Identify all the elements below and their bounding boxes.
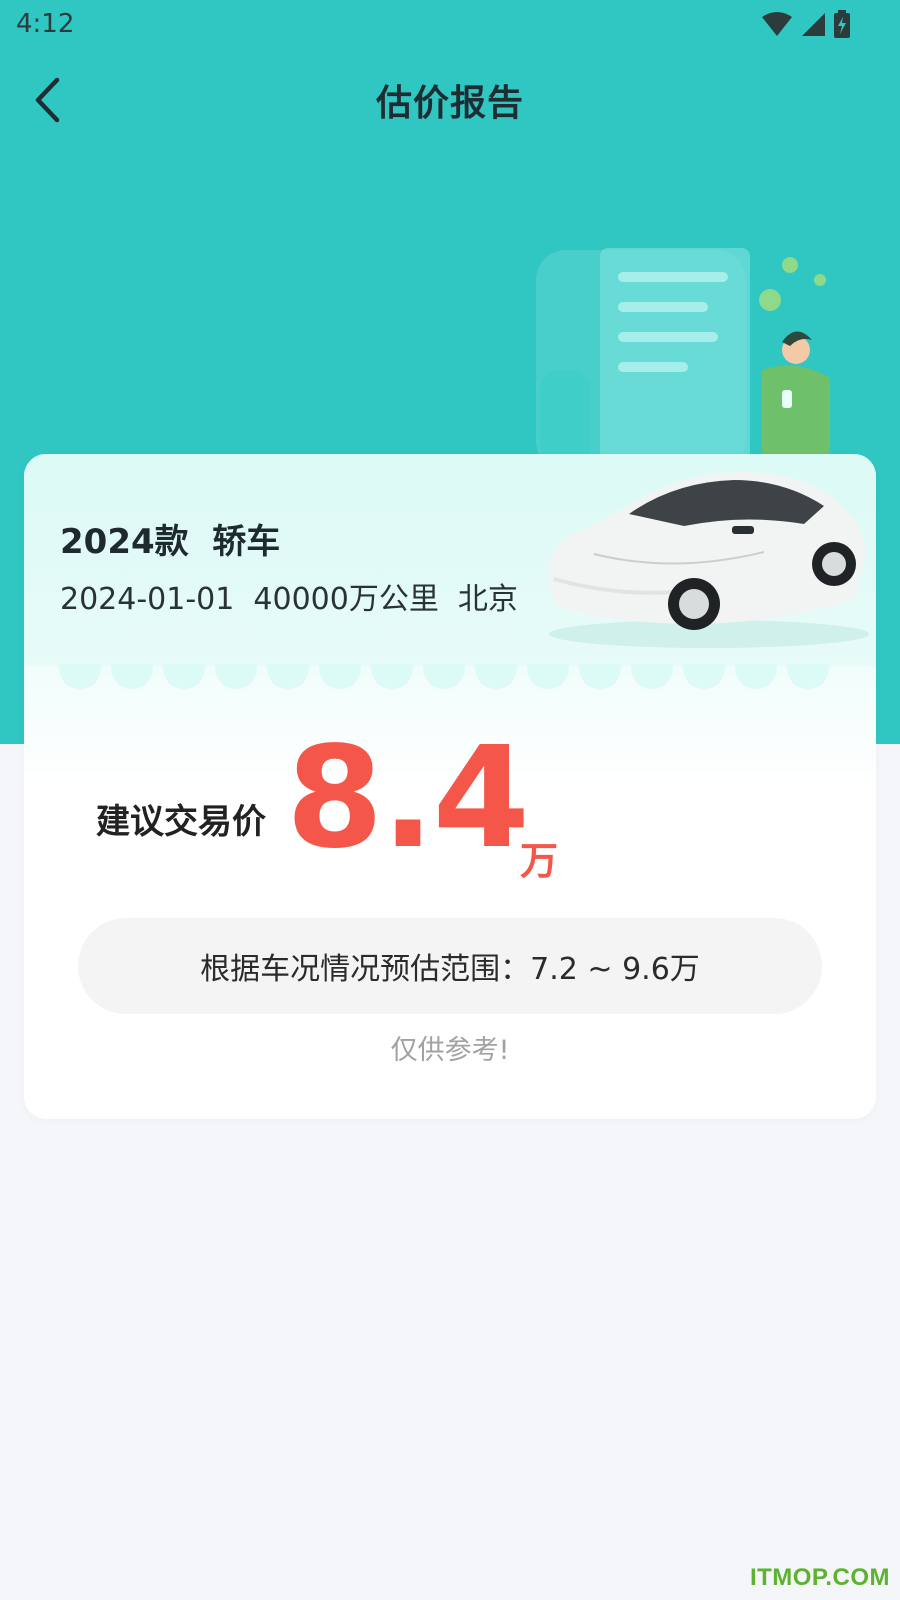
disclaimer-text: 仅供参考! bbox=[390, 1035, 510, 1066]
signal-icon bbox=[802, 13, 825, 36]
price-range-pill: 根据车况情况预估范围：7.2 ~ 9.6万 bbox=[78, 918, 822, 1014]
battery-icon bbox=[834, 10, 850, 38]
price-label: 建议交易价 bbox=[96, 802, 266, 842]
price-value: 8.4 bbox=[286, 717, 530, 880]
price-unit: 万 bbox=[520, 839, 559, 883]
report-illustration bbox=[536, 248, 830, 460]
car-model-title: 2024款 轿车 bbox=[60, 522, 281, 562]
scallop-divider bbox=[59, 664, 829, 689]
car-image bbox=[548, 472, 869, 648]
price-range-text: 根据车况情况预估范围：7.2 ~ 9.6万 bbox=[200, 952, 700, 987]
watermark: ITMOP.COM bbox=[749, 1564, 890, 1591]
nav-bar: 估价报告 bbox=[0, 60, 900, 140]
page-title: 估价报告 bbox=[375, 83, 524, 124]
valuation-card: 2024款 轿车 2024-01-01 40000万公里 北京 建议交易价 8.… bbox=[24, 454, 876, 1119]
wifi-icon bbox=[762, 12, 792, 36]
car-details: 2024-01-01 40000万公里 北京 bbox=[60, 582, 518, 617]
status-time: 4:12 bbox=[16, 9, 75, 39]
status-icons bbox=[762, 10, 850, 38]
status-bar: 4:12 bbox=[0, 0, 900, 48]
